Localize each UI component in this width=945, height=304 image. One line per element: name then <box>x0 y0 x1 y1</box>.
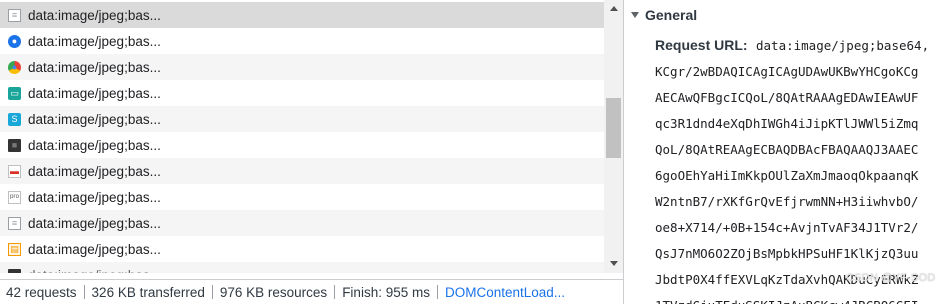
document-icon: ≡ <box>8 8 21 22</box>
request-name: data:image/jpeg;bas... <box>28 59 161 75</box>
request-count: 42 requests <box>6 284 77 300</box>
request-list: ≡ data:image/jpeg;bas... ● data:image/jpeg;… <box>0 0 604 273</box>
request-row[interactable]: ■ data:image/jpeg;bas... <box>0 132 604 158</box>
request-row[interactable]: ≡ data:image/jpeg;bas... <box>0 210 604 236</box>
scrollbar-thumb[interactable] <box>606 98 621 158</box>
scroll-up-arrow-icon[interactable] <box>604 0 623 17</box>
request-url-label: Request URL: <box>655 37 748 53</box>
document-icon: ≡ <box>8 216 21 230</box>
teal-app-icon: ▭ <box>8 86 21 100</box>
request-name: data:image/jpeg;bas... <box>28 189 161 205</box>
request-url-line: W2ntnB7/rXKfGrQvEfjrwmNN+H3iiwhvbO/ <box>655 194 919 209</box>
request-row[interactable]: ▭ data:image/jpeg;bas... <box>0 80 604 106</box>
cyan-app-icon: S <box>8 112 21 126</box>
domcontentloaded-link[interactable]: DOMContentLoad... <box>438 285 572 300</box>
general-section-toggle[interactable]: General <box>631 6 697 24</box>
request-url-line: QoL/8QAtREAAgECBAQDBAcFBAQAAQJ3AAEC <box>655 142 919 157</box>
request-name: data:image/jpeg;bas... <box>28 137 161 153</box>
pdf-icon: ▬ <box>8 164 21 178</box>
chrome-icon: ● <box>8 60 21 74</box>
request-url-line: 6goOEhYaHiImKkpOUlZaXmJmaoqOkpaanqK <box>655 168 919 183</box>
request-url-line: AECAwQFBgcICQoL/8QAtRAAAgEDAwIEAwUF <box>655 90 919 105</box>
request-row[interactable]: ▬ data:image/jpeg;bas... <box>0 158 604 184</box>
request-row[interactable]: ᵖʳᵒ data:image/jpeg;bas... <box>0 184 604 210</box>
request-row[interactable]: ● data:image/jpeg;bas... <box>0 28 604 54</box>
orange-app-icon: ▤ <box>8 242 21 256</box>
request-name: data:image/jpeg;bas... <box>28 215 161 231</box>
request-row[interactable]: ● data:image/jpeg;bas... <box>0 54 604 80</box>
finish-time: Finish: 955 ms <box>342 284 430 300</box>
request-name: data:image/jpeg;bas... <box>28 111 161 127</box>
request-name: data:image/jpeg;bas... <box>28 241 161 257</box>
request-name: data:image/jpeg;bas... <box>28 268 161 274</box>
request-url-line: QsJ7nMO6O2ZOjBsMpbkHPSuHF1KlKjzQ3uu <box>655 246 919 261</box>
dark-app-icon: ■ <box>8 138 21 152</box>
request-row[interactable]: ≡ data:image/jpeg;bas... <box>0 2 604 28</box>
request-name: data:image/jpeg;bas... <box>28 163 161 179</box>
csdn-watermark: CSDN @YF-SOD <box>846 272 936 284</box>
request-url-line: oe8+X714/+0B+154c+AvjnTvAF34J1TVr2/ <box>655 220 919 235</box>
caret-down-icon <box>631 12 639 18</box>
grey-app-icon: ᵖʳᵒ <box>8 190 21 204</box>
scroll-down-arrow-icon[interactable] <box>604 255 623 272</box>
request-url-line: KCgr/2wBDAQICAgICAgUDAwUKBwYHCgoKCg <box>655 64 919 79</box>
network-request-pane: ≡ data:image/jpeg;bas... ● data:image/jpeg;… <box>0 0 623 304</box>
network-summary-bar: 42 requests 326 KB transferred 976 KB re… <box>0 279 623 304</box>
request-name: data:image/jpeg;bas... <box>28 33 161 49</box>
request-name: data:image/jpeg;bas... <box>28 7 161 23</box>
general-section-title: General <box>645 7 698 23</box>
request-details-pane: General Request URL: data:image/jpeg;bas… <box>624 0 945 304</box>
request-url-line: data:image/jpeg;base64, <box>756 38 930 53</box>
request-name: data:image/jpeg;bas... <box>28 85 161 101</box>
request-row[interactable]: ▤ data:image/jpeg;bas... <box>0 236 604 262</box>
request-row[interactable]: ■ data:image/jpeg;bas... <box>0 262 604 273</box>
request-row[interactable]: Sdata:image/jpeg;bas... <box>0 106 604 132</box>
request-url-line: qc3R1dnd4eXqDhIWGh4iJipKTlJWWl5iZmq <box>655 116 919 131</box>
resources-size: 976 KB resources <box>219 284 328 300</box>
dark-app-icon: ■ <box>8 268 21 273</box>
request-url-line: 1TVzdGjuTEduSSKIJzAuBCKcw4JRCBO6GEI <box>655 298 918 304</box>
blue-circle-app-icon: ● <box>8 34 21 48</box>
transferred-size: 326 KB transferred <box>91 284 205 300</box>
